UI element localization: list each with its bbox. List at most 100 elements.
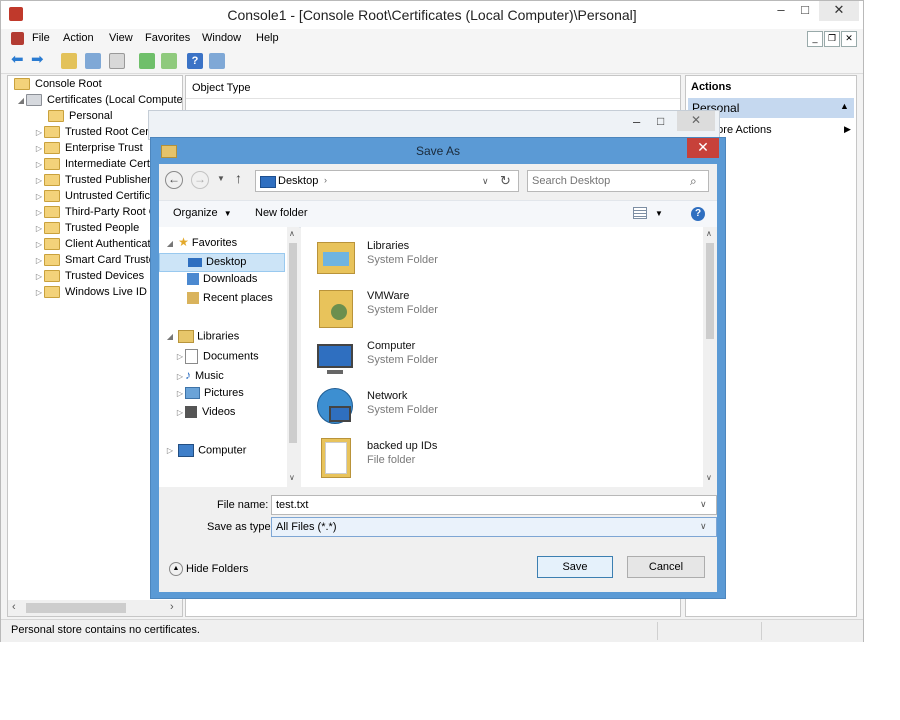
mmc-title-bar[interactable]: Console1 - [Console Root\Certificates (L… <box>1 1 863 29</box>
up-folder-icon[interactable] <box>61 53 77 69</box>
scroll-thumb[interactable] <box>706 243 714 339</box>
collapsed-arrow-icon[interactable]: ▷ <box>34 192 44 201</box>
tree-horizontal-scrollbar[interactable]: ‹ › <box>8 600 182 616</box>
menu-file[interactable]: File <box>32 32 50 44</box>
tree-item[interactable]: ▷ Trusted Publishers <box>34 174 156 190</box>
help-icon[interactable]: ? <box>691 207 705 221</box>
search-input[interactable] <box>532 173 682 189</box>
collapsed-arrow-icon[interactable]: ▷ <box>165 446 175 455</box>
inner-close-button[interactable]: ✕ <box>841 31 857 47</box>
recent-locations-dropdown-icon[interactable]: ▼ <box>217 174 225 183</box>
navigation-scrollbar[interactable]: ∧ ∨ <box>287 227 299 487</box>
scroll-up-arrow-icon[interactable]: ∧ <box>706 229 712 238</box>
menu-help[interactable]: Help <box>256 32 279 44</box>
collapsed-arrow-icon[interactable]: ▷ <box>34 288 44 297</box>
collapsed-arrow-icon[interactable]: ▷ <box>34 128 44 137</box>
search-icon[interactable]: ⌕ <box>690 174 697 189</box>
collapsed-arrow-icon[interactable]: ▷ <box>34 272 44 281</box>
menu-action[interactable]: Action <box>63 32 94 44</box>
view-dropdown-icon[interactable]: ▼ <box>655 209 663 218</box>
ghost-maximize-button[interactable]: □ <box>657 114 664 128</box>
scroll-up-arrow-icon[interactable]: ∧ <box>289 229 295 238</box>
nav-item-desktop[interactable]: Desktop <box>159 253 285 272</box>
scroll-thumb[interactable] <box>289 243 297 443</box>
collapsed-arrow-icon[interactable]: ▷ <box>34 144 44 153</box>
tree-item[interactable]: ▷ Enterprise Trust <box>34 142 143 158</box>
save-as-type-select[interactable]: All Files (*.*) ∨ <box>271 517 717 537</box>
breadcrumb-desktop[interactable]: Desktop <box>278 175 318 187</box>
scroll-thumb[interactable] <box>26 603 126 613</box>
expanded-arrow-icon[interactable]: ◢ <box>165 332 175 341</box>
tree-root[interactable]: Console Root <box>14 78 102 94</box>
tree-certificates[interactable]: ◢ Certificates (Local Computer) <box>16 94 182 110</box>
forward-arrow-icon[interactable]: ➡ <box>31 52 44 67</box>
file-item-computer[interactable]: Computer System Folder <box>313 332 613 382</box>
nav-favorites[interactable]: ◢ ★ Favorites <box>165 235 237 254</box>
collapse-arrow-icon[interactable]: ▲ <box>840 101 849 111</box>
cancel-button[interactable]: Cancel <box>627 556 705 578</box>
file-item-network[interactable]: Network System Folder <box>313 382 613 432</box>
column-header-object-type[interactable]: Object Type <box>192 82 251 94</box>
back-arrow-icon[interactable]: ⬅ <box>11 52 24 67</box>
file-item-libraries[interactable]: Libraries System Folder <box>313 232 613 282</box>
refresh-icon[interactable] <box>139 53 155 69</box>
breadcrumb-chevron-icon[interactable]: › <box>324 175 327 185</box>
up-button[interactable]: ↑ <box>235 170 242 186</box>
forward-button[interactable]: → <box>191 171 209 189</box>
collapsed-arrow-icon[interactable]: ▷ <box>175 352 185 361</box>
save-as-type-dropdown-icon[interactable]: ∨ <box>700 521 707 532</box>
tree-item[interactable]: ▷ Trusted People <box>34 222 139 238</box>
menu-window[interactable]: Window <box>202 32 241 44</box>
expanded-arrow-icon[interactable]: ◢ <box>165 239 175 248</box>
scroll-left-arrow-icon[interactable]: ‹ <box>12 601 16 613</box>
file-list-scrollbar[interactable]: ∧ ∨ <box>703 227 717 487</box>
collapsed-arrow-icon[interactable]: ▷ <box>175 389 185 398</box>
nav-item-videos[interactable]: ▷ Videos <box>175 406 235 425</box>
ghost-minimize-button[interactable]: – <box>633 114 640 129</box>
export-list-icon[interactable] <box>161 53 177 69</box>
nav-item-documents[interactable]: ▷ Documents <box>175 349 259 368</box>
scroll-down-arrow-icon[interactable]: ∨ <box>706 473 712 482</box>
expanded-arrow-icon[interactable]: ◢ <box>16 96 26 105</box>
collapsed-arrow-icon[interactable]: ▷ <box>34 256 44 265</box>
file-item-backed-up-ids[interactable]: backed up IDs File folder <box>313 432 613 482</box>
tree-item[interactable]: ▷ Trusted Devices <box>34 270 144 286</box>
collapsed-arrow-icon[interactable]: ▷ <box>175 408 185 417</box>
collapsed-arrow-icon[interactable]: ▷ <box>34 160 44 169</box>
dialog-close-button[interactable]: ✕ <box>687 138 719 158</box>
view-options-icon[interactable] <box>633 207 647 219</box>
nav-item-downloads[interactable]: Downloads <box>187 273 257 292</box>
maximize-button[interactable]: □ <box>793 1 817 21</box>
menu-favorites[interactable]: Favorites <box>145 32 190 44</box>
file-item-vmware[interactable]: VMWare System Folder <box>313 282 613 332</box>
menu-view[interactable]: View <box>109 32 133 44</box>
collapsed-arrow-icon[interactable]: ▷ <box>34 224 44 233</box>
action-pane-icon[interactable] <box>209 53 225 69</box>
file-name-field[interactable]: test.txt ∨ <box>271 495 717 515</box>
file-name-dropdown-icon[interactable]: ∨ <box>700 499 707 510</box>
scroll-down-arrow-icon[interactable]: ∨ <box>289 473 295 482</box>
hide-folders-button[interactable]: ▲ Hide Folders <box>169 562 248 576</box>
nav-item-recent-places[interactable]: Recent places <box>187 292 273 311</box>
address-bar[interactable]: Desktop › ∨ ↻ <box>255 170 519 192</box>
minimize-button[interactable]: – <box>769 1 793 21</box>
back-button[interactable]: ← <box>165 171 183 189</box>
nav-libraries[interactable]: ◢ Libraries <box>165 330 239 349</box>
search-box[interactable]: ⌕ <box>527 170 709 192</box>
dialog-title-bar[interactable]: Save As ✕ <box>151 138 725 164</box>
nav-computer[interactable]: ▷ Computer <box>165 444 246 463</box>
tree-item-personal[interactable]: Personal <box>48 110 112 126</box>
new-folder-button[interactable]: New folder <box>255 207 308 219</box>
help-icon[interactable]: ? <box>187 53 203 69</box>
inner-minimize-button[interactable]: _ <box>807 31 823 47</box>
address-dropdown-icon[interactable]: ∨ <box>482 176 489 187</box>
organize-button[interactable]: Organize ▼ <box>173 207 232 219</box>
collapsed-arrow-icon[interactable]: ▷ <box>175 372 185 381</box>
ghost-close-button[interactable]: ✕ <box>677 111 715 131</box>
properties-icon[interactable] <box>109 53 125 69</box>
nav-item-music[interactable]: ▷ ♪ Music <box>175 368 224 387</box>
inner-restore-button[interactable]: ❐ <box>824 31 840 47</box>
save-button[interactable]: Save <box>537 556 613 578</box>
nav-item-pictures[interactable]: ▷ Pictures <box>175 387 244 406</box>
show-hide-tree-icon[interactable] <box>85 53 101 69</box>
